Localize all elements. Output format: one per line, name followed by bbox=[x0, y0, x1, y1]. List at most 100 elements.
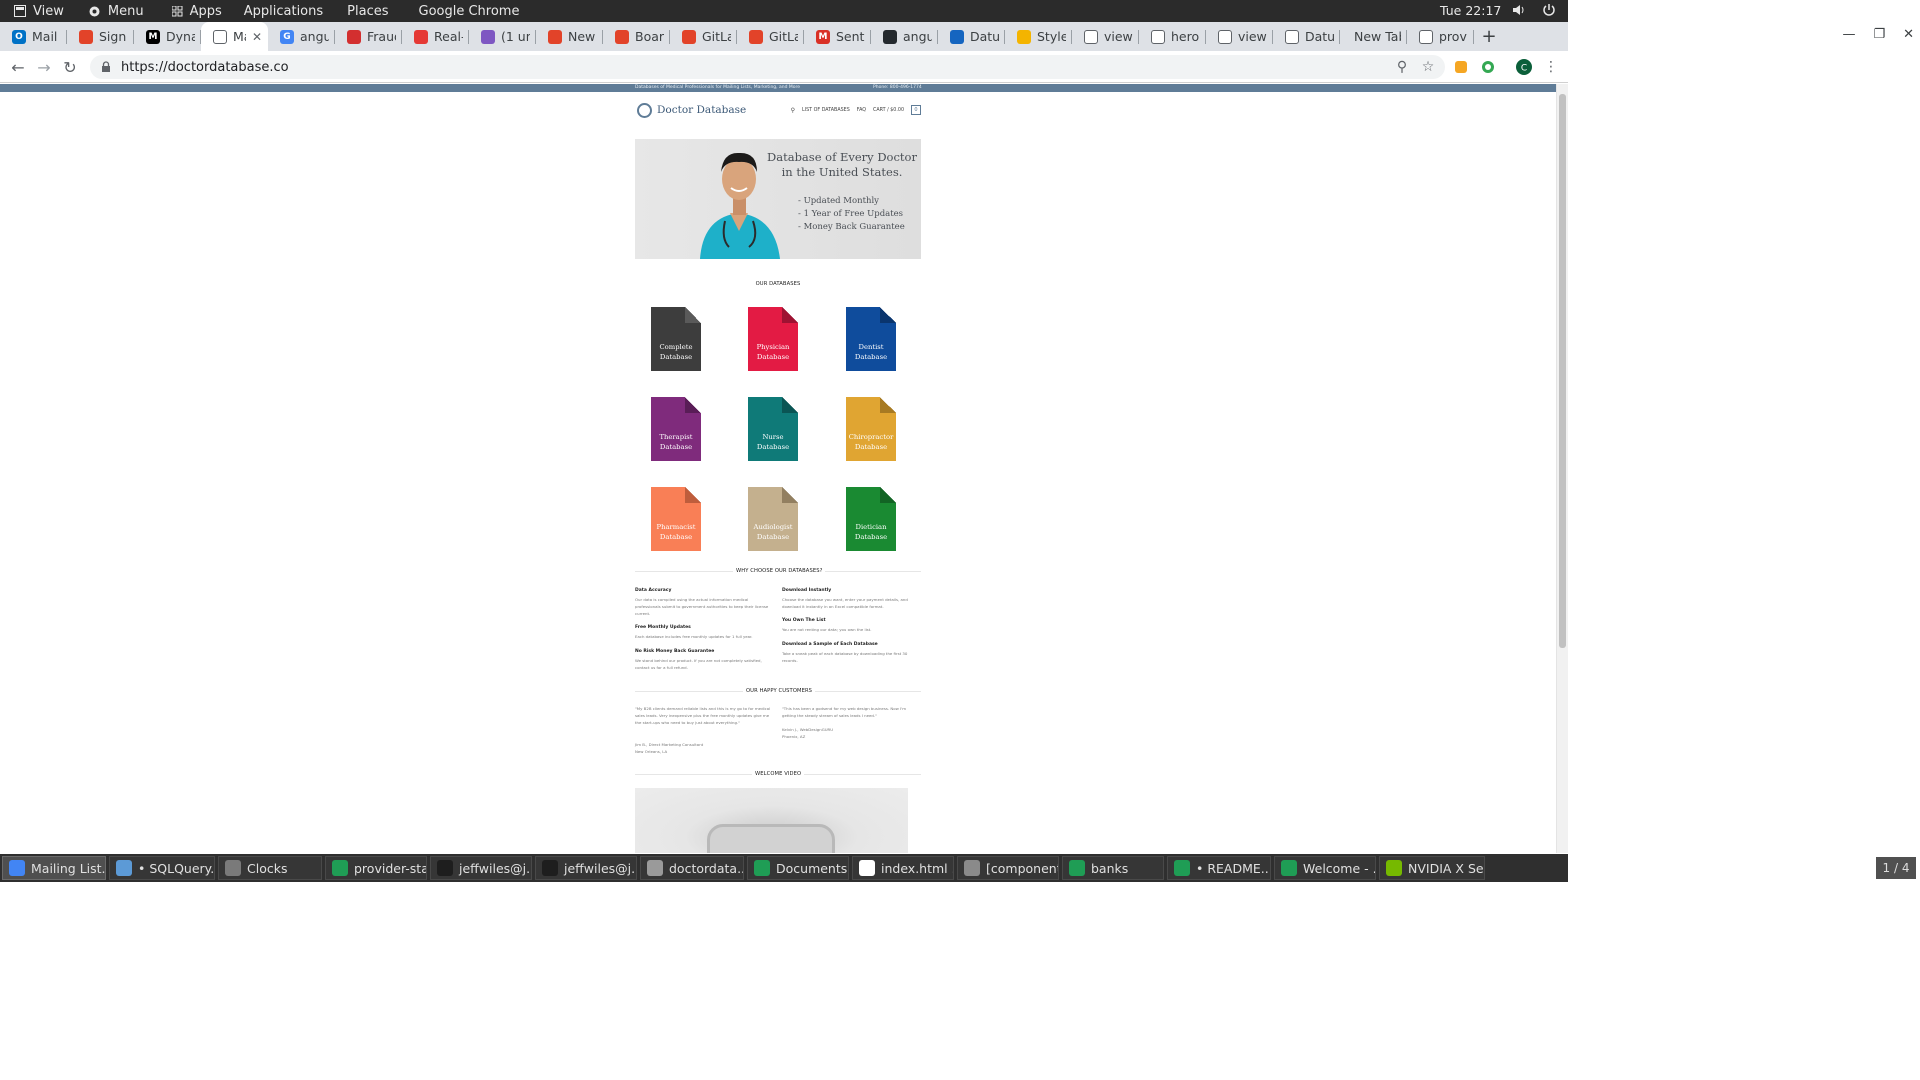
database-tile[interactable]: Complete Database bbox=[651, 307, 701, 371]
nav-list-of-databases[interactable]: LIST OF DATABASES bbox=[802, 108, 850, 113]
minimize-icon[interactable]: — bbox=[1842, 27, 1855, 42]
browser-tab[interactable]: hero- bbox=[1139, 22, 1206, 51]
database-tile[interactable]: Nurse Database bbox=[748, 397, 798, 461]
taskbar-window-button[interactable]: Mailing List... bbox=[2, 856, 106, 880]
browser-tab[interactable]: view- bbox=[1072, 22, 1139, 51]
site-nav: ⚲ LIST OF DATABASES FAQ CART / $0.00 0 bbox=[791, 105, 921, 115]
page-fold bbox=[782, 397, 798, 413]
browser-tab[interactable]: Datun bbox=[938, 22, 1005, 51]
taskbar: Mailing List... • SQLQuery... Clocks provid… bbox=[0, 854, 1568, 882]
welcome-video-heading: WELCOME VIDEO bbox=[752, 771, 805, 777]
browser-tab[interactable]: GitLal bbox=[737, 22, 804, 51]
page-scrollbar[interactable] bbox=[1556, 84, 1568, 853]
scrollbar-thumb[interactable] bbox=[1559, 94, 1566, 648]
database-tile[interactable]: Physician Database bbox=[748, 307, 798, 371]
welcome-video-player[interactable] bbox=[635, 788, 908, 853]
window-icon bbox=[14, 5, 26, 17]
database-name: Complete bbox=[659, 343, 693, 351]
taskbar-window-button[interactable]: jeffwiles@j... bbox=[430, 856, 532, 880]
tab-favicon-icon bbox=[79, 29, 93, 44]
bookmark-star-icon[interactable]: ☆ bbox=[1420, 59, 1436, 75]
tab-favicon-icon bbox=[1084, 29, 1098, 44]
testimonial-location: New Orleans, LA bbox=[635, 749, 668, 754]
taskbar-window-button[interactable]: provider-sta... bbox=[325, 856, 427, 880]
back-button[interactable]: ← bbox=[8, 57, 28, 77]
browser-tab[interactable]: Real-\ bbox=[402, 22, 469, 51]
search-icon[interactable]: ⚲ bbox=[791, 107, 795, 114]
restore-icon[interactable]: ❐ bbox=[1873, 27, 1885, 42]
applications-menu[interactable]: Applications bbox=[244, 0, 323, 22]
database-name: Dietician bbox=[855, 523, 887, 531]
main-menu[interactable]: Menu bbox=[88, 0, 144, 22]
nav-faq[interactable]: FAQ bbox=[857, 108, 866, 113]
browser-tab[interactable]: provic bbox=[1407, 22, 1474, 51]
browser-tab[interactable]: view- bbox=[1206, 22, 1273, 51]
profile-avatar[interactable]: C bbox=[1516, 59, 1532, 75]
feature-text: Each database includes free monthly upda… bbox=[635, 634, 753, 639]
database-tile-label: Audiologist Database bbox=[748, 523, 798, 542]
zoom-icon[interactable]: ⚲ bbox=[1394, 59, 1410, 75]
browser-tab[interactable]: (1 unr bbox=[469, 22, 536, 51]
taskbar-window-button[interactable]: Clocks bbox=[218, 856, 322, 880]
database-tile-label: Nurse Database bbox=[748, 433, 798, 452]
database-tile[interactable]: Audiologist Database bbox=[748, 487, 798, 551]
taskbar-window-button[interactable]: banks bbox=[1062, 856, 1164, 880]
active-app-menu[interactable]: Google Chrome bbox=[419, 0, 520, 22]
clock[interactable]: Tue 22:17 bbox=[1440, 3, 1501, 18]
site-logo-text[interactable]: Doctor Database bbox=[657, 104, 746, 116]
database-tile[interactable]: Dentist Database bbox=[846, 307, 896, 371]
database-tile[interactable]: Therapist Database bbox=[651, 397, 701, 461]
address-bar[interactable]: https://doctordatabase.co bbox=[90, 55, 1445, 79]
places-menu[interactable]: Places bbox=[347, 0, 388, 22]
browser-tab[interactable]: O Mail - bbox=[0, 22, 67, 51]
browser-tab[interactable]: angul bbox=[871, 22, 938, 51]
apps-menu[interactable]: Apps bbox=[171, 0, 222, 22]
extension-orange-icon[interactable] bbox=[1453, 59, 1469, 75]
browser-tab[interactable]: Fraud bbox=[335, 22, 402, 51]
reload-button[interactable]: ↻ bbox=[60, 57, 80, 77]
browser-tab[interactable]: Sign u bbox=[67, 22, 134, 51]
power-icon[interactable] bbox=[1542, 3, 1556, 17]
browser-tab[interactable]: M Dynar bbox=[134, 22, 201, 51]
logo-icon[interactable] bbox=[637, 103, 652, 118]
taskbar-window-button[interactable]: doctordata... bbox=[640, 856, 744, 880]
browser-tab[interactable]: M Sent I bbox=[804, 22, 871, 51]
view-menu[interactable]: View bbox=[14, 0, 64, 22]
taskbar-window-button[interactable]: index.html ... bbox=[852, 856, 954, 880]
tab-close-icon[interactable]: ✕ bbox=[252, 30, 262, 44]
site-phone[interactable]: Phone: 800-496-1774 bbox=[873, 85, 922, 90]
taskbar-window-button[interactable]: NVIDIA X Se... bbox=[1379, 856, 1485, 880]
browser-tab[interactable]: Gangul bbox=[268, 22, 335, 51]
workspace-switcher[interactable]: 1 / 4 bbox=[1876, 857, 1916, 879]
cart-icon[interactable]: 0 bbox=[911, 105, 921, 115]
hero-bullet: - Updated Monthly bbox=[798, 196, 879, 206]
close-window-icon[interactable]: ✕ bbox=[1903, 27, 1914, 42]
browser-tab[interactable]: GitLal bbox=[670, 22, 737, 51]
browser-tab[interactable]: Style bbox=[1005, 22, 1072, 51]
volume-icon[interactable] bbox=[1512, 3, 1526, 17]
database-tile[interactable]: Dietician Database bbox=[846, 487, 896, 551]
browser-tab[interactable]: Board bbox=[603, 22, 670, 51]
tab-title: Dynar bbox=[166, 29, 195, 44]
database-name: Audiologist bbox=[753, 523, 793, 531]
taskbar-window-button[interactable]: Welcome - ... bbox=[1274, 856, 1376, 880]
nav-cart[interactable]: CART / $0.00 bbox=[873, 108, 904, 113]
browser-tab[interactable]: Ma ✕ bbox=[201, 22, 268, 51]
browser-tab[interactable]: New S bbox=[536, 22, 603, 51]
database-tile[interactable]: Chiropractor Database bbox=[846, 397, 896, 461]
taskbar-window-button[interactable]: Documents bbox=[747, 856, 849, 880]
taskbar-window-button[interactable]: [components] bbox=[957, 856, 1059, 880]
taskbar-window-button[interactable]: jeffwiles@j... bbox=[535, 856, 637, 880]
chrome-menu-icon[interactable]: ⋮ bbox=[1543, 59, 1559, 75]
taskbar-window-button[interactable]: • README.... bbox=[1167, 856, 1271, 880]
lock-icon bbox=[102, 61, 110, 72]
browser-tab[interactable]: Datun bbox=[1273, 22, 1340, 51]
taskbar-window-button[interactable]: • SQLQuery... bbox=[109, 856, 215, 880]
tab-favicon-icon bbox=[548, 29, 562, 44]
database-tile[interactable]: Pharmacist Database bbox=[651, 487, 701, 551]
hero-title: Database of Every Doctor in the United S… bbox=[767, 150, 917, 179]
new-tab-button[interactable]: + bbox=[1474, 22, 1504, 51]
browser-tab[interactable]: New Tab bbox=[1340, 22, 1407, 51]
forward-button[interactable]: → bbox=[34, 57, 54, 77]
extension-green-icon[interactable] bbox=[1480, 59, 1496, 75]
